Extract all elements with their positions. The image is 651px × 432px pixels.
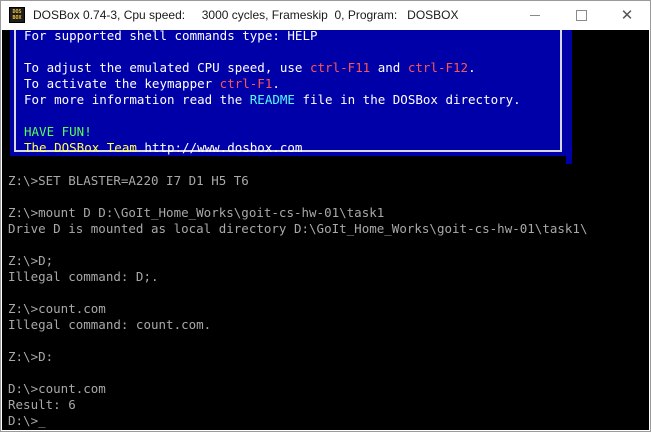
console-line: Illegal command: D;. <box>8 269 587 285</box>
banner-text-segment: To adjust the emulated CPU speed, use <box>24 60 310 75</box>
dosbox-app-icon[interactable]: DOS BOX <box>9 7 25 23</box>
banner-text-segment: ctrl-F11 <box>309 60 371 75</box>
console-line: Result: 6 <box>8 397 587 413</box>
banner-line: For more information read the README fil… <box>24 92 521 108</box>
window-title: DOSBox 0.74-3, Cpu speed: 3000 cycles, F… <box>33 8 459 22</box>
banner-text-segment: README <box>249 92 295 107</box>
banner-text-segment: . <box>468 60 476 75</box>
banner-line <box>24 44 521 60</box>
console-line-text: Z:\>SET BLASTER=A220 I7 D1 H5 T6 <box>8 173 249 188</box>
console-line: Drive D is mounted as local directory D:… <box>8 221 587 237</box>
maximize-button[interactable] <box>558 1 604 30</box>
console-line-text: Z:\>mount D D:\GoIt_Home_Works\goit-cs-h… <box>8 205 385 220</box>
console-line-text: D:\> <box>8 413 39 428</box>
dosbox-window: DOS BOX DOSBox 0.74-3, Cpu speed: 3000 c… <box>0 0 651 432</box>
minimize-button[interactable] <box>512 1 558 30</box>
banner-text: For supported shell commands type: HELP T… <box>24 30 521 156</box>
banner-text-segment: To activate the keymapper <box>24 76 220 91</box>
banner-text-segment: ctrl-F12 <box>407 60 469 75</box>
console-line-text: Illegal command: count.com. <box>8 317 212 332</box>
icon-label-bottom: BOX <box>12 15 22 21</box>
console-line-text: Illegal command: D;. <box>8 269 159 284</box>
banner-text-segment: . <box>272 76 280 91</box>
banner-text-segment: file in the DOSBox directory. <box>294 92 521 107</box>
console-line: Z:\>SET BLASTER=A220 I7 D1 H5 T6 <box>8 173 587 189</box>
title-bar[interactable]: DOS BOX DOSBox 0.74-3, Cpu speed: 3000 c… <box>1 1 650 30</box>
close-button[interactable]: ✕ <box>604 1 650 30</box>
console-line: D:\>count.com <box>8 381 587 397</box>
minimize-icon <box>530 15 540 16</box>
console-line: Z:\>mount D D:\GoIt_Home_Works\goit-cs-h… <box>8 205 587 221</box>
console-line-text: Z:\>D; <box>8 253 54 268</box>
console-line: Illegal command: count.com. <box>8 317 587 333</box>
console-output: Z:\>SET BLASTER=A220 I7 D1 H5 T6 Z:\>moun… <box>8 173 587 429</box>
banner-text-segment: http://www.dosbox.com <box>144 140 303 155</box>
console-line-text: Z:\>D: <box>8 349 54 364</box>
banner-text-segment: For more information read the <box>24 92 250 107</box>
banner-line: HAVE FUN! <box>24 124 521 140</box>
banner-text-segment: HAVE FUN! <box>24 124 92 139</box>
banner-line: To activate the keymapper ctrl-F1. <box>24 76 521 92</box>
banner-line: The DOSBox Team http://www.dosbox.com <box>24 140 521 156</box>
console-line: Z:\>D: <box>8 349 587 365</box>
maximize-icon <box>575 10 587 21</box>
console-line-text: D:\>count.com <box>8 381 106 396</box>
text-cursor: _ <box>38 413 46 428</box>
banner-edge <box>566 30 572 164</box>
welcome-banner: For supported shell commands type: HELP T… <box>10 30 566 156</box>
console-line-text: Result: 6 <box>8 397 76 412</box>
console-line: Z:\>count.com <box>8 301 587 317</box>
console-line-text: Drive D is mounted as local directory D:… <box>8 221 588 236</box>
banner-text-segment: The DOSBox Team <box>24 140 145 155</box>
banner-text-segment: and <box>370 60 408 75</box>
console-line-text: Z:\>count.com <box>8 301 106 316</box>
banner-line <box>24 108 521 124</box>
banner-line: To adjust the emulated CPU speed, use ct… <box>24 60 521 76</box>
banner-text-segment: ctrl-F1 <box>219 76 273 91</box>
dos-screen[interactable]: For supported shell commands type: HELP T… <box>2 30 649 430</box>
banner-line: For supported shell commands type: HELP <box>24 30 521 44</box>
banner-text-segment: For supported shell commands type: HELP <box>24 30 318 43</box>
close-icon: ✕ <box>620 6 634 24</box>
console-line: D:\>_ <box>8 413 587 429</box>
console-line: Z:\>D; <box>8 253 587 269</box>
